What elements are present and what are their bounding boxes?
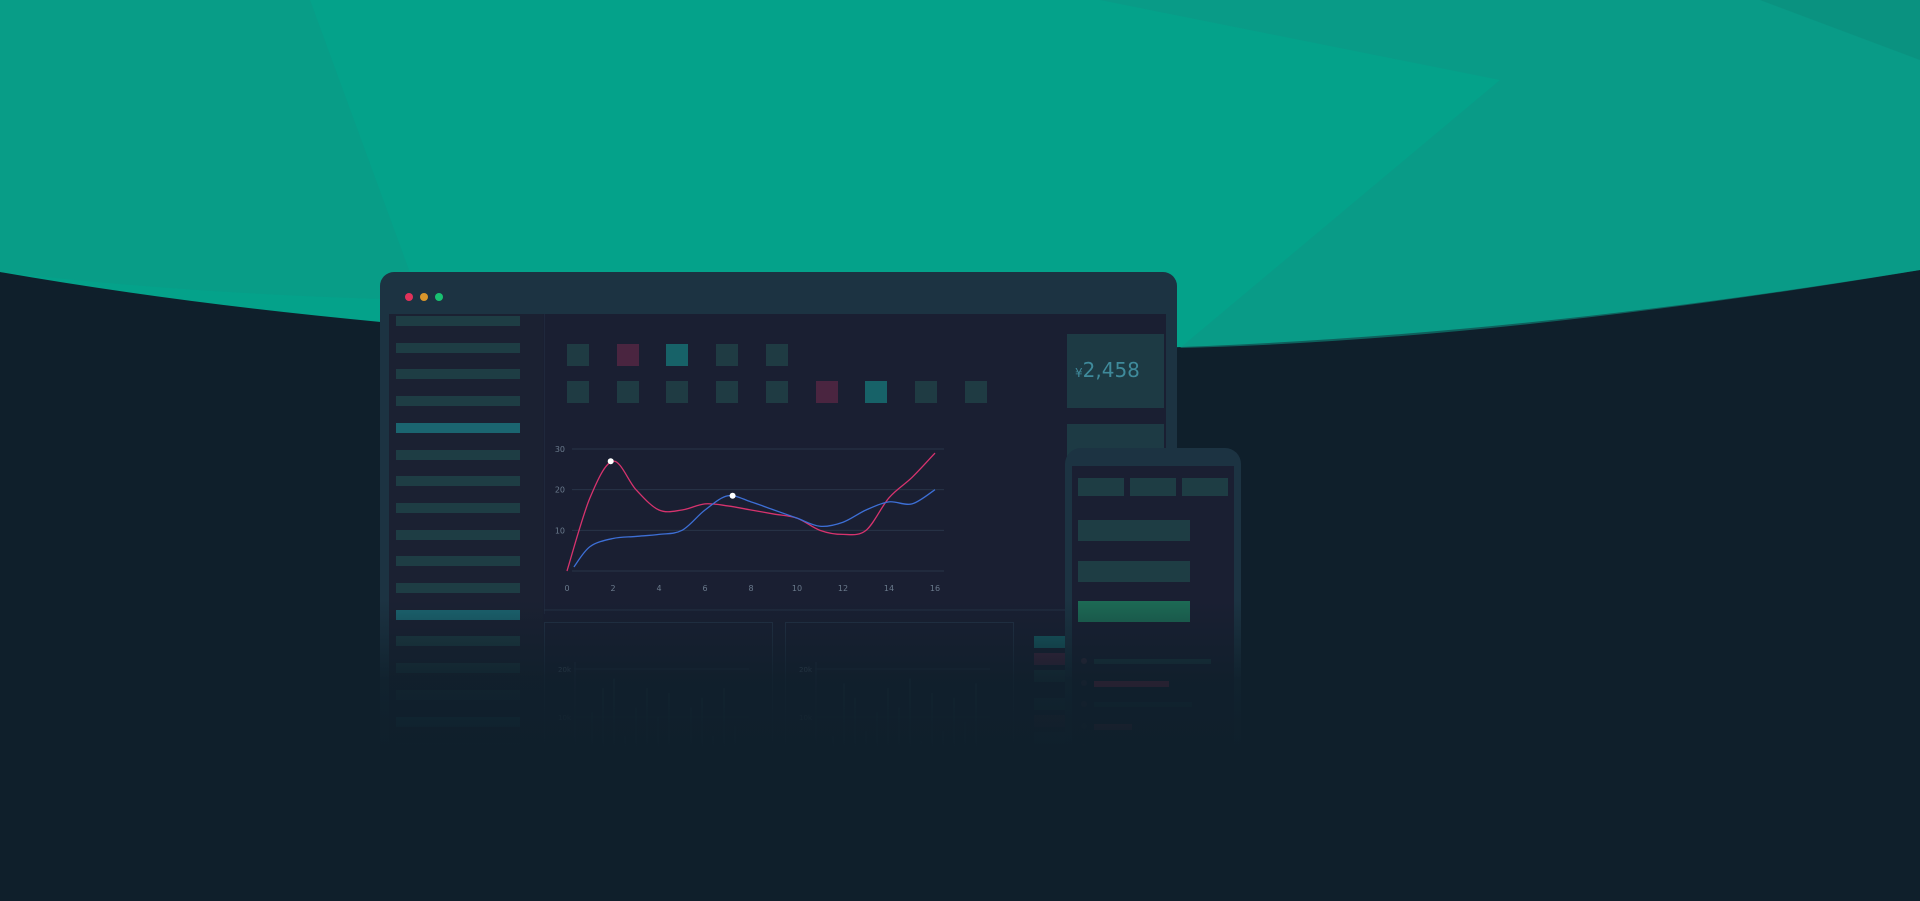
phone-mockup [1065,448,1241,798]
y-tick-label: 10k [558,714,572,722]
highlight-point[interactable] [607,458,614,465]
x-tick-label: 8 [748,584,753,593]
phone-tab[interactable] [1130,478,1176,496]
price-value: ¥2,458 [1075,358,1140,382]
y-tick-label: 10 [555,526,565,535]
sidebar-item[interactable] [396,743,520,754]
series-line-pink [566,452,936,572]
sidebar-item[interactable] [396,316,520,326]
sidebar-item[interactable] [396,716,520,727]
list-bullet [1081,679,1087,686]
sidebar-item[interactable] [396,529,520,540]
highlight-point[interactable] [729,492,736,499]
sidebar-item[interactable] [396,583,520,593]
phone-primary-button[interactable] [1078,601,1190,622]
price-card: ¥2,458 [1067,334,1164,408]
bar-chart-left: 20k 10k [544,622,773,787]
sidebar-item[interactable] [396,422,520,433]
y-tick-label: 20k [558,666,572,674]
x-tick-label: 2 [610,584,615,593]
x-tick-label: 16 [930,584,940,593]
close-dot[interactable] [405,293,413,301]
dashboard-screen: ¥2,458 10 20 30 0 2 4 6 8 10 12 14 16 20k 10k 20k 10k [389,314,1166,787]
phone-screen [1072,466,1234,798]
y-tick-label: 10k [799,714,813,722]
list-bullet [1081,744,1087,750]
sidebar-item[interactable] [396,369,520,380]
x-tick-label: 4 [656,584,661,593]
list-bullet [1081,722,1087,729]
list-bullet [1081,701,1087,707]
x-tick-label: 12 [838,584,848,593]
x-tick-label: 0 [564,584,569,593]
list-item[interactable] [1094,659,1211,664]
y-tick-label: 30 [555,445,565,454]
laptop-mockup: ¥2,458 10 20 30 0 2 4 6 8 10 12 14 16 20k 10k 20k 10k [380,272,1177,787]
maximize-dot[interactable] [435,293,443,301]
y-tick-label: 20k [799,666,813,674]
x-tick-label: 10 [792,584,802,593]
price-amount: 2,458 [1082,358,1140,382]
sidebar-item[interactable] [396,636,520,647]
y-tick-label: 20 [555,486,565,495]
sidebar [389,314,543,787]
line-chart: 10 20 30 0 2 4 6 8 10 12 14 16 [544,314,1066,614]
sidebar-item[interactable] [396,342,520,353]
x-tick-label: 6 [702,584,707,593]
x-tick-label: 14 [884,584,894,593]
sidebar-item[interactable] [396,476,520,487]
sidebar-item[interactable] [396,396,520,407]
minimize-dot[interactable] [420,293,428,301]
list-bullet [1081,658,1087,664]
sidebar-item[interactable] [396,609,520,620]
currency-symbol: ¥ [1075,366,1083,380]
sidebar-item[interactable] [396,502,520,513]
bar-chart-right: 20k 10k [785,622,1014,787]
phone-tab[interactable] [1182,478,1228,496]
list-item[interactable] [1094,702,1192,707]
phone-tab[interactable] [1078,478,1124,496]
phone-field[interactable] [1078,520,1190,541]
phone-field[interactable] [1078,561,1190,582]
sidebar-item[interactable] [396,556,520,567]
sidebar-item[interactable] [396,663,520,674]
series-line-blue [573,489,936,568]
sidebar-item[interactable] [396,449,520,460]
sidebar-item[interactable] [396,689,520,700]
list-item[interactable] [1094,745,1192,750]
list-item[interactable] [1094,723,1132,730]
list-item[interactable] [1094,680,1169,687]
